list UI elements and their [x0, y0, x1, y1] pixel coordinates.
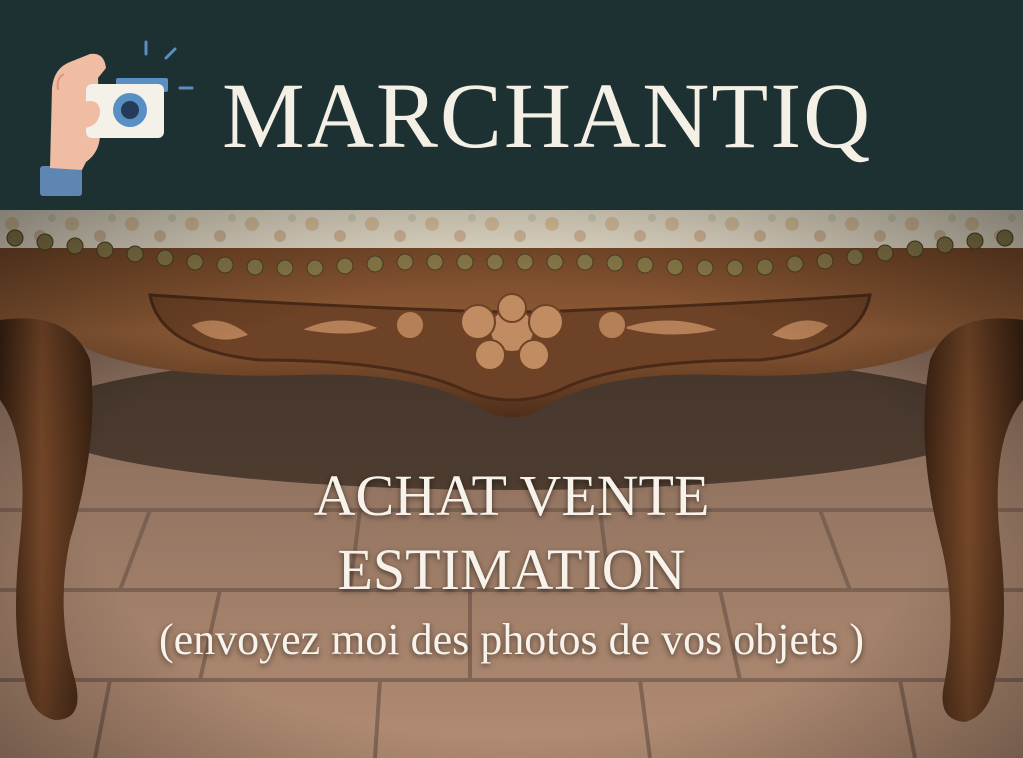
- tagline-line-2: ESTIMATION: [337, 537, 686, 602]
- tagline-line-1: ACHAT VENTE: [313, 463, 710, 528]
- header-band: MARCHANTIQ: [0, 0, 1023, 210]
- advert-poster: MARCHANTIQ ACHAT VENTE ESTIMATION (envoy…: [0, 0, 1023, 758]
- hand-camera-icon: [40, 40, 194, 196]
- brand-title: MARCHANTIQ: [222, 65, 873, 168]
- tagline-line-3: (envoyez moi des photos de vos objets ): [158, 615, 865, 664]
